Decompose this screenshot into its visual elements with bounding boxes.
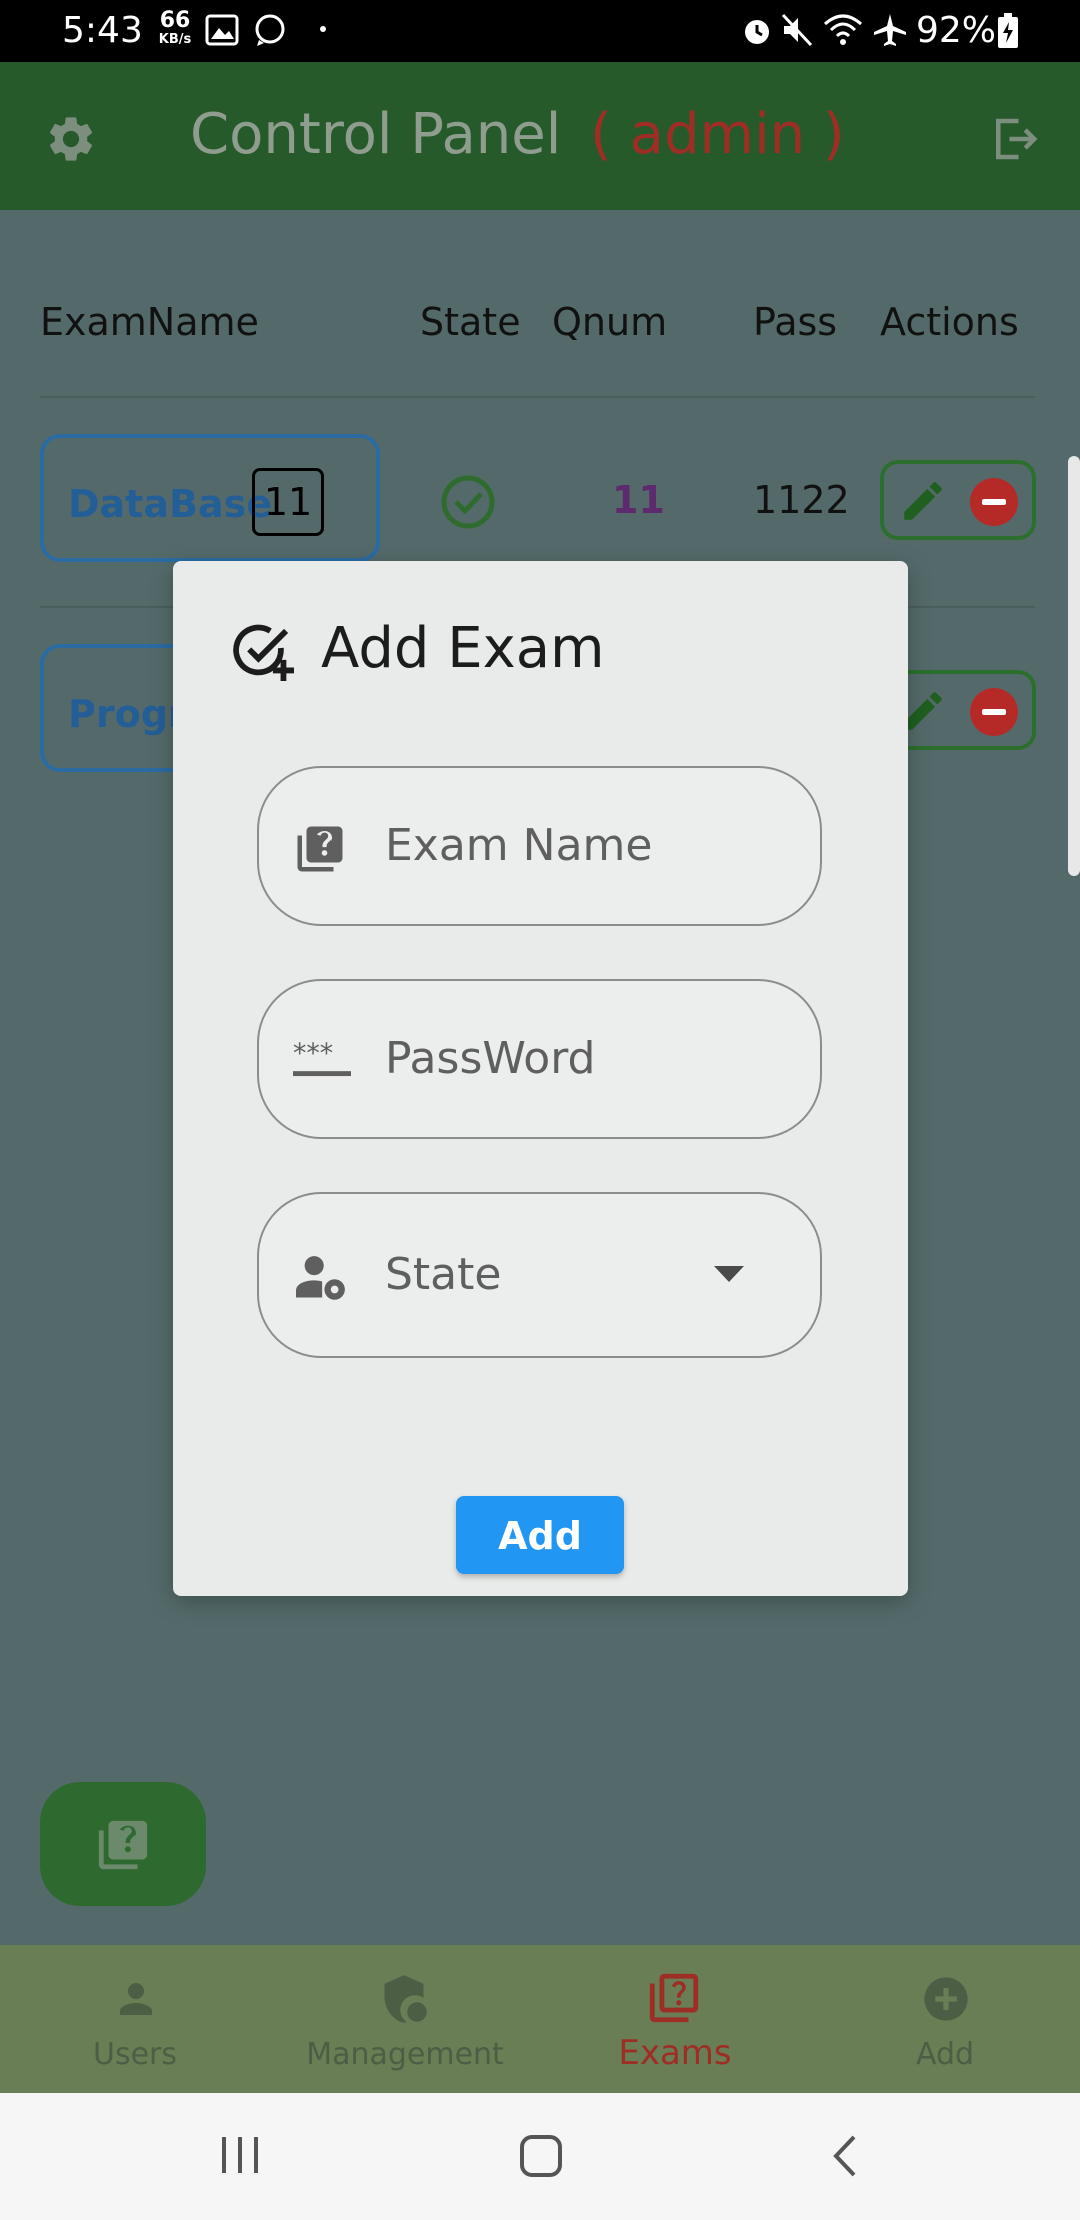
quiz-icon: [649, 1973, 699, 2023]
nav-item-users[interactable]: Users: [0, 1945, 270, 2093]
header-divider: [40, 396, 1035, 398]
nav-label: Users: [92, 2037, 177, 2072]
nav-label: Exams: [618, 2033, 732, 2073]
app-bar: Control Panel ( admin ): [0, 62, 1080, 210]
net-speed-value: 66: [159, 8, 191, 33]
net-speed: 66 KB/s: [157, 10, 193, 48]
home-icon[interactable]: [518, 2133, 564, 2179]
exam-name-placeholder: Exam Name: [385, 820, 653, 871]
state-dropdown[interactable]: State: [257, 1192, 822, 1358]
net-speed-unit: KB/s: [158, 32, 192, 47]
add-exam-dialog: Add Exam Exam Name *** PassWord State Ad…: [173, 561, 908, 1596]
settings-gear-icon[interactable]: [44, 112, 98, 166]
chevron-down-icon[interactable]: [712, 1264, 746, 1284]
wifi-icon: [824, 14, 862, 45]
back-icon[interactable]: [826, 2133, 866, 2179]
exam-chip[interactable]: DataBase 11: [40, 434, 380, 562]
quiz-icon: [98, 1820, 148, 1870]
status-time: 5:43: [62, 10, 143, 51]
col-header-qnum: Qnum: [552, 300, 668, 344]
delete-minus-icon[interactable]: [970, 688, 1018, 736]
role-badge: ( admin ): [590, 102, 845, 167]
whatsapp-icon: [255, 14, 285, 46]
quiz-icon: [297, 826, 343, 872]
alarm-icon: [745, 20, 769, 44]
nav-item-exams[interactable]: Exams: [540, 1945, 810, 2093]
password-icon: ***: [293, 1038, 351, 1077]
password-placeholder: PassWord: [385, 1033, 596, 1084]
battery-percent: 92%: [916, 10, 997, 51]
dialog-title: Add Exam: [321, 616, 605, 681]
col-header-actions: Actions: [880, 300, 1019, 344]
delete-minus-icon[interactable]: [970, 478, 1018, 526]
add-circle-icon: [924, 1977, 968, 2021]
nav-label: Management: [306, 2037, 504, 2072]
airplane-icon: [874, 14, 906, 46]
add-button[interactable]: Add: [456, 1496, 624, 1574]
page-title: Control Panel: [190, 102, 562, 167]
exam-name-field[interactable]: Exam Name: [257, 766, 822, 926]
admin-shield-icon: [384, 1975, 427, 2023]
qnum-value: 11: [612, 478, 665, 522]
row-actions: [880, 460, 1036, 540]
password-field[interactable]: *** PassWord: [257, 979, 822, 1139]
manage-accounts-icon: [296, 1256, 345, 1300]
recent-apps-icon[interactable]: [218, 2133, 262, 2177]
edit-pencil-icon[interactable]: [898, 476, 948, 526]
exam-question-count: 11: [252, 468, 324, 536]
person-icon: [120, 1983, 152, 2015]
status-bar: 5:43 66 KB/s 92%: [0, 0, 1080, 62]
col-header-examname: ExamName: [40, 300, 259, 344]
scrollbar[interactable]: [1068, 456, 1080, 876]
mute-icon: [781, 13, 813, 47]
notification-dot: [320, 26, 326, 32]
logout-icon[interactable]: [985, 112, 1043, 166]
col-header-pass: Pass: [753, 300, 838, 344]
state-active-check-icon: [441, 475, 495, 529]
battery-icon: [998, 13, 1018, 48]
system-navigation-bar: [0, 2093, 1080, 2220]
svg-text:***: ***: [293, 1038, 333, 1069]
nav-label: Add: [915, 2037, 975, 2072]
add-exam-fab[interactable]: [40, 1782, 206, 1906]
add-task-icon: [233, 624, 294, 681]
gallery-icon: [205, 14, 239, 46]
exam-name: DataBase: [68, 482, 272, 526]
col-header-state: State: [420, 300, 521, 344]
nav-item-add[interactable]: Add: [810, 1945, 1080, 2093]
state-placeholder: State: [385, 1249, 502, 1300]
bottom-navigation: Users Management Exams Add: [0, 1945, 1080, 2093]
nav-item-management[interactable]: Management: [270, 1945, 540, 2093]
pass-value: 1122: [753, 478, 850, 522]
